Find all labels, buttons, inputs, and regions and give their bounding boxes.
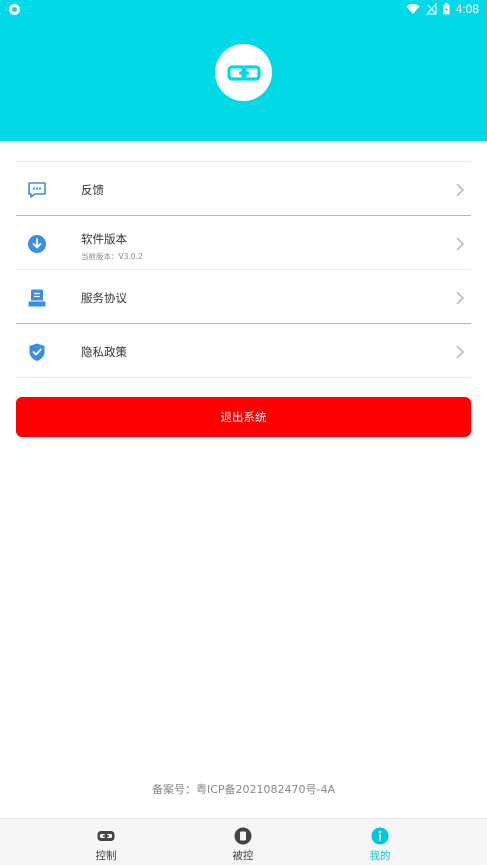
chevron-right-icon bbox=[456, 183, 465, 197]
header-banner: 4:08 bbox=[0, 0, 487, 141]
tab-label: 我的 bbox=[369, 850, 391, 862]
tab-mine[interactable]: 我的 bbox=[340, 819, 420, 865]
menu-item-agreement[interactable]: 服务协议 bbox=[16, 269, 471, 323]
bottom-tab-bar: 控制 被控 我的 bbox=[0, 818, 487, 865]
menu-item-label: 隐私政策 bbox=[81, 345, 127, 359]
wifi-icon bbox=[406, 3, 420, 15]
icp-record: 备案号：粤ICP备2021082470号-4A bbox=[151, 783, 336, 796]
tab-label: 被控 bbox=[232, 850, 254, 862]
menu-item-version[interactable]: 软件版本 当前版本：V3.0.2 bbox=[16, 215, 471, 269]
no-signal-icon bbox=[425, 3, 437, 15]
link-icon bbox=[97, 831, 115, 841]
download-icon bbox=[28, 235, 46, 253]
status-bar: 4:08 bbox=[0, 0, 487, 20]
menu-item-label: 服务协议 bbox=[81, 291, 127, 305]
shield-icon bbox=[29, 343, 45, 361]
logout-button[interactable]: 退出系统 bbox=[16, 397, 471, 437]
divider bbox=[16, 377, 471, 378]
feedback-icon bbox=[28, 182, 46, 198]
status-time: 4:08 bbox=[455, 2, 479, 16]
settings-menu: 反馈 软件版本 当前版本：V3.0.2 服务协议 隐私政策 bbox=[16, 161, 471, 378]
version-text: 当前版本：V3.0.2 bbox=[81, 252, 143, 261]
tab-controlled[interactable]: 被控 bbox=[203, 819, 283, 865]
agreement-icon bbox=[28, 289, 46, 307]
tab-label: 控制 bbox=[95, 850, 117, 862]
battery-icon bbox=[443, 3, 450, 15]
link-icon bbox=[226, 64, 261, 81]
notification-icon bbox=[9, 4, 20, 15]
app-logo bbox=[215, 44, 272, 101]
menu-item-label: 反馈 bbox=[81, 183, 104, 197]
info-icon bbox=[371, 827, 389, 845]
chevron-right-icon bbox=[456, 291, 465, 305]
menu-item-feedback[interactable]: 反馈 bbox=[16, 161, 471, 215]
tab-control[interactable]: 控制 bbox=[66, 819, 146, 865]
phone-icon bbox=[234, 827, 252, 845]
chevron-right-icon bbox=[456, 345, 465, 359]
menu-item-label: 软件版本 bbox=[81, 232, 127, 246]
menu-item-privacy[interactable]: 隐私政策 bbox=[16, 323, 471, 377]
chevron-right-icon bbox=[456, 237, 465, 251]
